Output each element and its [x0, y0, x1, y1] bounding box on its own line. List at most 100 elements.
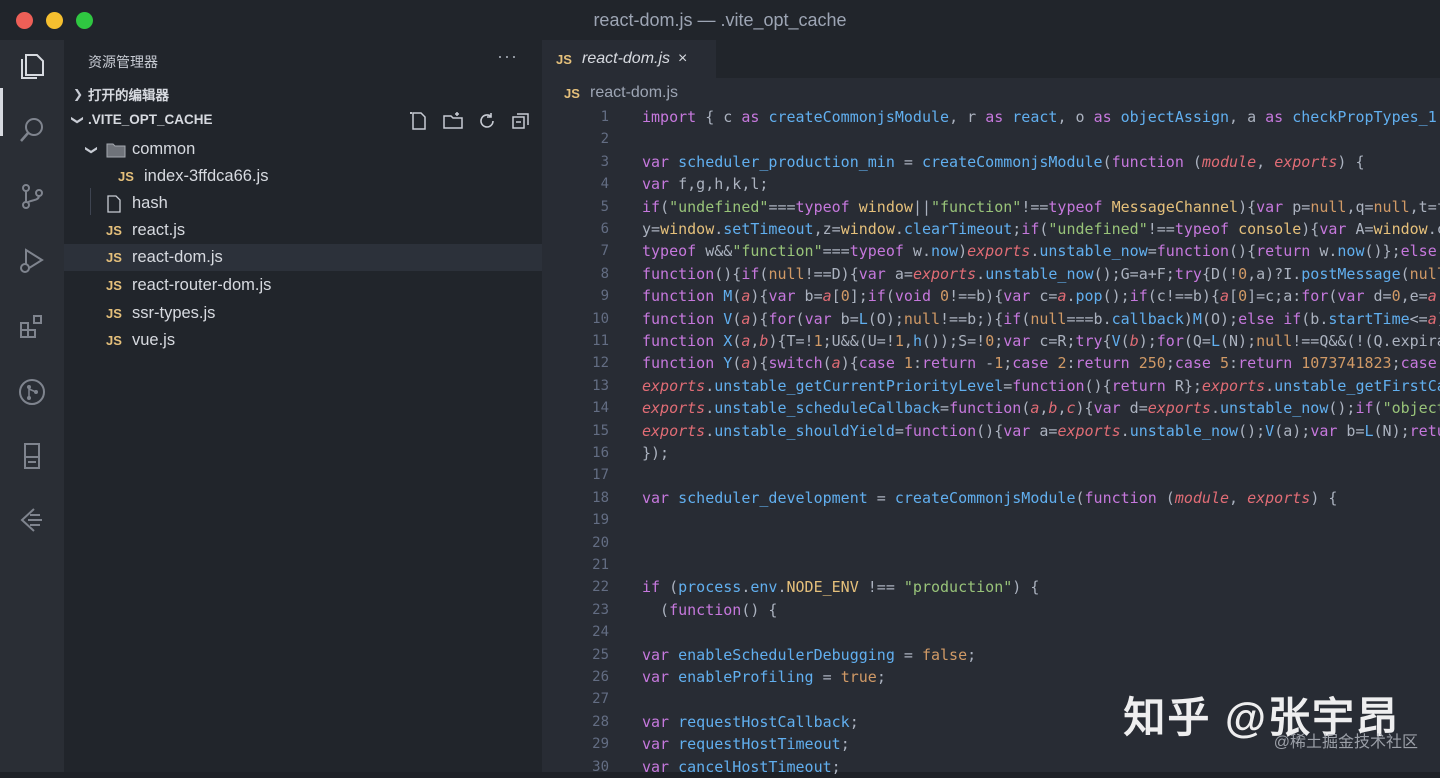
line-number: 26 [592, 669, 609, 685]
code-line: var enableSchedulerDebugging = false; [642, 645, 977, 664]
file-icon [106, 194, 132, 213]
code-line: function Y(a){switch(a){case 1:return -1… [642, 354, 1437, 373]
tree-file-vue[interactable]: JS vue.js [64, 327, 542, 354]
line-number: 16 [592, 445, 609, 461]
chevron-down-icon: ❯ [85, 144, 99, 155]
tree-folder-common[interactable]: ❯ common [64, 136, 542, 163]
code-line: function V(a){for(var b=L(O);null!==b;){… [642, 309, 1440, 328]
code-line: exports.unstable_shouldYield=function(){… [642, 421, 1440, 440]
line-number: 30 [592, 758, 609, 775]
folder-actions [408, 110, 532, 137]
line-number: 11 [592, 333, 609, 349]
activity-bar [0, 40, 64, 772]
js-file-icon: JS [556, 51, 572, 67]
line-number: 7 [600, 243, 609, 260]
code-line: (function() { [642, 600, 778, 619]
tree-item-label: common [132, 140, 196, 158]
code-line: var cancelHostTimeout; [642, 757, 841, 776]
code-line: }); [642, 444, 670, 462]
line-number: 27 [592, 691, 609, 708]
new-folder-icon[interactable] [442, 110, 464, 137]
tree-item-label: index-3ffdca66.js [144, 167, 269, 185]
code-line: exports.unstable_scheduleCallback=functi… [642, 399, 1440, 418]
js-file-icon: JS [106, 250, 122, 265]
code-line: var requestHostTimeout; [642, 735, 850, 754]
js-file-icon: JS [106, 278, 122, 293]
tree-file-react-router-dom[interactable]: JS react-router-dom.js [64, 272, 542, 299]
code-line: var f,g,h,k,l; [642, 175, 769, 194]
code-line: import { c as createCommonjsModule, r as… [642, 108, 1437, 126]
new-file-icon[interactable] [408, 110, 430, 137]
tree-file-hash[interactable]: hash [64, 190, 542, 217]
open-editors-label: 打开的编辑器 [88, 88, 169, 103]
breadcrumb-label: react-dom.js [590, 84, 679, 101]
js-file-icon: JS [106, 306, 122, 321]
tree-file-react[interactable]: JS react.js [64, 217, 542, 244]
line-number: 17 [592, 467, 609, 484]
line-number: 1 [600, 109, 609, 125]
tree-file-ssr-types[interactable]: JS ssr-types.js [64, 300, 542, 327]
live-share-icon[interactable] [14, 502, 50, 538]
tab-bar: JS react-dom.js × [542, 40, 1440, 78]
tree-item-label: react-dom.js [132, 248, 223, 266]
tree-file-react-dom[interactable]: JS react-dom.js [64, 244, 542, 271]
breadcrumb[interactable]: JS react-dom.js [564, 84, 678, 102]
code-line: var requestHostCallback; [642, 712, 859, 731]
explorer-sidebar: 资源管理器 ··· ❯ 打开的编辑器 ❯ .VITE_OPT_CACHE ❯ c… [64, 40, 542, 772]
open-editors-section[interactable]: ❯ 打开的编辑器 [70, 84, 169, 104]
folder-label: .VITE_OPT_CACHE [88, 112, 213, 127]
more-actions-button[interactable]: ··· [497, 46, 518, 67]
js-file-icon: JS [106, 333, 122, 348]
tab-label: react-dom.js [582, 50, 671, 67]
line-number: 22 [592, 579, 609, 596]
editor-area: JS react-dom.js × JS react-dom.js 1 impor… [542, 40, 1440, 776]
code-line: if (process.env.NODE_ENV !== "production… [642, 578, 1040, 597]
line-number: 14 [592, 400, 609, 417]
line-number: 9 [600, 288, 609, 305]
tree-item-label: react.js [132, 221, 186, 239]
search-icon[interactable] [14, 112, 50, 148]
line-number: 13 [592, 377, 609, 394]
active-indicator [0, 88, 3, 136]
line-number: 18 [592, 489, 609, 506]
code-line: function M(a){var b=a[0];if(void 0!==b){… [642, 287, 1440, 306]
js-file-icon: JS [106, 223, 122, 238]
line-number: 2 [600, 131, 609, 148]
watermark-sub: @稀土掘金技术社区 [1273, 734, 1418, 751]
refresh-icon[interactable] [476, 110, 498, 137]
remote-explorer-icon[interactable] [14, 438, 50, 474]
code-line: if("undefined"===typeof window||"functio… [642, 197, 1440, 216]
code-line: exports.unstable_getCurrentPriorityLevel… [642, 376, 1440, 395]
tab-react-dom[interactable]: JS react-dom.js × [542, 40, 716, 78]
line-number: 21 [592, 557, 609, 573]
js-file-icon: JS [118, 169, 134, 184]
line-number: 20 [592, 534, 609, 551]
code-line: var scheduler_production_min = createCom… [642, 152, 1365, 171]
tree-item-label: vue.js [132, 331, 176, 349]
line-number: 15 [592, 422, 609, 439]
line-number: 12 [592, 355, 609, 372]
files-icon[interactable] [14, 48, 50, 84]
collapse-all-icon[interactable] [510, 110, 532, 137]
source-control-icon[interactable] [14, 178, 50, 214]
folder-section[interactable]: ❯ .VITE_OPT_CACHE [70, 112, 213, 127]
chevron-right-icon: ❯ [72, 87, 84, 101]
tree-item-label: ssr-types.js [132, 304, 216, 322]
tree-item-label: react-router-dom.js [132, 276, 272, 294]
code-line: function(){if(null!==D){var a=exports.un… [642, 264, 1440, 283]
line-number: 19 [592, 512, 609, 529]
line-number: 10 [592, 310, 609, 327]
window-title: react-dom.js — .vite_opt_cache [593, 10, 847, 30]
tree-item-label: hash [132, 194, 168, 212]
tree-file-index[interactable]: JS index-3ffdca66.js [64, 163, 542, 190]
extensions-icon[interactable] [14, 308, 50, 344]
code-line: function X(a,b){T=!1;U&&(U=!1,h());S=!0;… [642, 332, 1440, 350]
run-debug-icon[interactable] [14, 242, 50, 278]
line-number: 5 [600, 198, 609, 215]
close-icon[interactable]: × [678, 50, 687, 68]
line-number: 23 [592, 601, 609, 618]
git-graph-icon[interactable] [14, 374, 50, 410]
line-number: 3 [600, 153, 609, 170]
js-file-icon: JS [564, 85, 580, 101]
line-number: 8 [600, 265, 609, 282]
